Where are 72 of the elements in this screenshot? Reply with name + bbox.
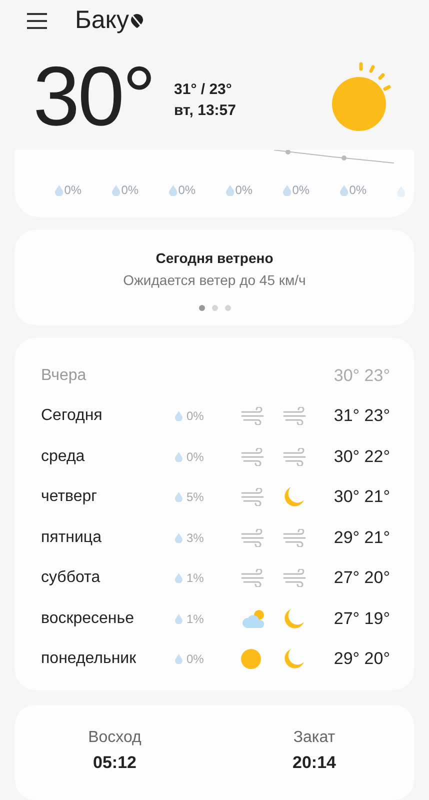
day-label: Вчера xyxy=(41,366,88,385)
day-label: четверг xyxy=(41,488,98,506)
current-temperature: 30° xyxy=(33,54,154,138)
date-time: вт, 13:57 xyxy=(174,102,237,119)
wind-icon xyxy=(283,528,307,547)
day-temperatures: 29° 20° xyxy=(334,649,390,670)
sun-event-label: Восход xyxy=(88,728,142,747)
raindrop-icon xyxy=(175,532,182,543)
raindrop-icon xyxy=(175,411,182,422)
menu-icon[interactable] xyxy=(27,12,47,29)
sun-icon xyxy=(331,60,393,132)
moon-icon xyxy=(283,608,305,630)
day-temperatures: 30° 21° xyxy=(334,487,390,508)
day-temperatures: 30° 23° xyxy=(334,366,390,386)
precipitation-chance: 0% xyxy=(121,183,139,198)
wind-icon xyxy=(241,448,265,466)
raindrop-icon xyxy=(169,184,178,196)
sun-event-time: 05:12 xyxy=(93,752,136,773)
precipitation-chance: 0% xyxy=(186,652,204,666)
page-dot[interactable] xyxy=(224,305,230,312)
temperature-line-icon xyxy=(274,150,394,166)
day-temperatures: 27° 20° xyxy=(334,568,390,588)
day-temperatures: 30° 22° xyxy=(334,446,390,467)
wind-icon xyxy=(241,488,265,506)
day-label: воскресенье xyxy=(41,610,135,628)
precipitation-chance: 5% xyxy=(186,490,204,504)
raindrop-icon xyxy=(112,184,120,196)
sun-event-label: Закат xyxy=(293,728,336,747)
raindrop-icon xyxy=(175,614,182,624)
notice-title: Сегодня ветрено xyxy=(156,250,274,266)
sun-event-time: 20:14 xyxy=(292,752,336,773)
day-label: пятница xyxy=(41,528,102,547)
precipitation-chance: 0% xyxy=(64,183,82,198)
day-temperatures: 27° 19° xyxy=(334,608,390,629)
day-label: Сегодня xyxy=(41,407,104,426)
precipitation-chance: 0% xyxy=(235,183,253,198)
raindrop-icon xyxy=(340,184,348,196)
precipitation-chance: 0% xyxy=(292,183,310,198)
wind-icon xyxy=(241,407,265,426)
day-temperatures: 29° 21° xyxy=(334,528,390,548)
precipitation-chance: 3% xyxy=(186,530,204,545)
city-name: Баку xyxy=(75,6,130,36)
precipitation-chance: 1% xyxy=(186,612,204,626)
day-label: среда xyxy=(41,448,86,466)
raindrop-icon xyxy=(55,184,64,196)
wind-icon xyxy=(241,528,265,547)
raindrop-icon xyxy=(175,492,182,502)
page-dot[interactable] xyxy=(198,305,204,312)
location-off-icon xyxy=(131,14,144,28)
wind-icon xyxy=(283,407,307,426)
wind-icon xyxy=(283,448,307,466)
page-dot[interactable] xyxy=(212,305,218,312)
notice-text: Ожидается ветер до 45 км/ч xyxy=(123,272,306,288)
wind-icon xyxy=(283,569,307,588)
precipitation-chance: 0% xyxy=(178,183,196,198)
sun-icon xyxy=(241,649,261,670)
moon-icon xyxy=(283,486,305,508)
precipitation-chance: 0% xyxy=(349,183,367,198)
precipitation-chance: 0% xyxy=(186,450,204,464)
wind-icon xyxy=(241,569,265,588)
raindrop-icon xyxy=(175,452,182,462)
precipitation-chance: 0% xyxy=(186,409,204,424)
raindrop-icon xyxy=(226,184,234,196)
day-label: суббота xyxy=(41,569,102,588)
raindrop-icon xyxy=(283,184,292,196)
high-low-temperature: 31° / 23° xyxy=(174,80,233,98)
day-label: понедельник xyxy=(41,650,138,668)
raindrop-icon xyxy=(175,654,182,664)
precipitation-chance: 1% xyxy=(186,571,204,586)
day-temperatures: 31° 23° xyxy=(334,406,390,426)
moon-icon xyxy=(283,648,305,670)
raindrop-icon xyxy=(175,573,182,584)
